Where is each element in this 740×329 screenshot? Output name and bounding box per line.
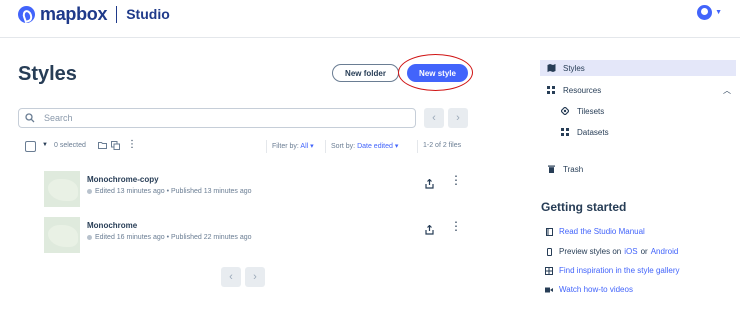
toolbar-divider <box>266 140 267 153</box>
share-icon[interactable] <box>425 222 434 240</box>
mobile-phone-icon <box>545 247 553 256</box>
next-page-button[interactable]: › <box>245 267 265 287</box>
style-gallery-label: Find inspiration in the style gallery <box>559 266 680 275</box>
studio-manual-label: Read the Studio Manual <box>559 227 645 236</box>
sidebar-item-label: Datasets <box>577 127 609 137</box>
chevron-up-icon[interactable]: ︿ <box>723 85 731 96</box>
preview-or-text: or <box>640 247 648 256</box>
list-toolbar: ▼ 0 selected ⋮ Filter by: All ▾ Sort by:… <box>18 139 470 155</box>
select-menu-chevron-icon[interactable]: ▼ <box>42 142 48 148</box>
style-thumbnail[interactable] <box>44 217 80 253</box>
style-gallery-link[interactable]: Find inspiration in the style gallery <box>545 266 680 275</box>
gallery-icon <box>545 266 553 275</box>
sidebar-item-tilesets[interactable]: Tilesets <box>540 103 736 119</box>
how-to-videos-link[interactable]: Watch how-to videos <box>545 285 633 294</box>
style-meta-text: Edited 13 minutes ago • Published 13 min… <box>95 188 252 195</box>
style-meta: Edited 13 minutes ago • Published 13 min… <box>87 188 252 195</box>
chevron-down-icon: ▼ <box>715 9 722 16</box>
mapbox-studio-logo[interactable]: mapbox Studio <box>18 3 170 24</box>
search-icon <box>25 113 35 123</box>
account-avatar-icon <box>697 5 713 20</box>
sort-value: Date edited <box>357 143 393 150</box>
move-to-folder-icon[interactable] <box>98 141 107 151</box>
ios-link[interactable]: iOS <box>624 247 637 256</box>
sidebar-item-datasets[interactable]: Datasets <box>540 124 736 140</box>
duplicate-icon[interactable] <box>111 141 120 152</box>
sort-label: Sort by: <box>331 143 356 150</box>
new-style-button[interactable]: New style <box>407 64 468 82</box>
style-row[interactable]: Monochrome-copy Edited 13 minutes ago • … <box>44 171 470 207</box>
previous-page-button[interactable]: ‹ <box>221 267 241 287</box>
account-menu[interactable]: ▼ <box>697 5 722 20</box>
book-icon <box>545 227 553 236</box>
sidebar-item-resources[interactable]: Resources ︿ <box>540 82 736 98</box>
top-pagination: ‹ › <box>424 108 468 128</box>
style-meta-text: Edited 16 minutes ago • Published 22 min… <box>95 234 252 241</box>
filter-dropdown[interactable]: Filter by: All ▾ <box>272 142 314 150</box>
sidebar-item-styles[interactable]: Styles <box>540 60 736 76</box>
how-to-videos-label: Watch how-to videos <box>559 285 633 294</box>
thumbnail-arc <box>70 171 80 185</box>
studio-manual-link[interactable]: Read the Studio Manual <box>545 227 645 236</box>
video-camera-icon <box>545 287 553 293</box>
style-thumbnail[interactable] <box>44 171 80 207</box>
product-name: Studio <box>126 6 170 22</box>
filter-value: All <box>300 143 309 150</box>
chevron-down-icon: ▾ <box>394 143 399 150</box>
grid-icon <box>559 128 571 136</box>
styles-icon <box>545 64 557 72</box>
chevron-right-icon: › <box>456 112 460 124</box>
thumbnail-arc <box>70 217 80 231</box>
brand-name: mapbox <box>40 3 108 24</box>
chevron-down-icon: ▾ <box>310 143 314 150</box>
grid-icon <box>545 86 557 94</box>
filter-label: Filter by: <box>272 143 299 150</box>
share-icon[interactable] <box>425 176 434 194</box>
page-title: Styles <box>18 63 77 85</box>
sidebar-item-label: Trash <box>563 164 584 174</box>
next-page-button[interactable]: › <box>448 108 468 128</box>
sort-dropdown[interactable]: Sort by: Date edited ▾ <box>331 142 398 150</box>
row-more-icon[interactable]: ⋮ <box>450 173 462 187</box>
tileset-icon <box>559 107 571 115</box>
preview-styles-text: Preview styles on <box>559 247 622 256</box>
status-dot-icon <box>87 235 92 240</box>
bottom-pagination: ‹ › <box>221 267 265 287</box>
preview-styles-item: Preview styles on iOS or Android <box>545 247 678 256</box>
getting-started-title: Getting started <box>541 200 627 214</box>
status-dot-icon <box>87 189 92 194</box>
row-more-icon[interactable]: ⋮ <box>450 219 462 233</box>
toolbar-divider <box>417 140 418 153</box>
new-folder-button[interactable]: New folder <box>332 64 399 82</box>
style-name[interactable]: Monochrome-copy <box>87 175 159 184</box>
logo-divider <box>116 5 118 23</box>
selected-count: 0 selected <box>54 142 86 149</box>
chevron-left-icon: ‹ <box>229 271 233 283</box>
header-divider <box>0 37 740 38</box>
style-name[interactable]: Monochrome <box>87 221 137 230</box>
chevron-left-icon: ‹ <box>432 112 436 124</box>
sidebar-item-label: Styles <box>563 63 585 73</box>
top-header: mapbox Studio ▼ <box>0 0 740 36</box>
sidebar-item-trash[interactable]: Trash <box>540 161 736 177</box>
style-row[interactable]: Monochrome Edited 16 minutes ago • Publi… <box>44 217 470 253</box>
file-count: 1-2 of 2 files <box>423 142 462 149</box>
trash-icon <box>545 165 557 173</box>
search-input[interactable] <box>44 113 394 123</box>
toolbar-divider <box>325 140 326 153</box>
style-meta: Edited 16 minutes ago • Published 22 min… <box>87 234 252 241</box>
mapbox-logo-icon <box>18 5 35 23</box>
select-all-checkbox[interactable] <box>25 141 36 152</box>
android-link[interactable]: Android <box>651 247 679 256</box>
previous-page-button[interactable]: ‹ <box>424 108 444 128</box>
more-actions-icon[interactable]: ⋮ <box>127 139 137 150</box>
chevron-right-icon: › <box>253 271 257 283</box>
sidebar-item-label: Tilesets <box>577 106 605 116</box>
search-box[interactable] <box>18 108 416 128</box>
sidebar-item-label: Resources <box>563 85 602 95</box>
